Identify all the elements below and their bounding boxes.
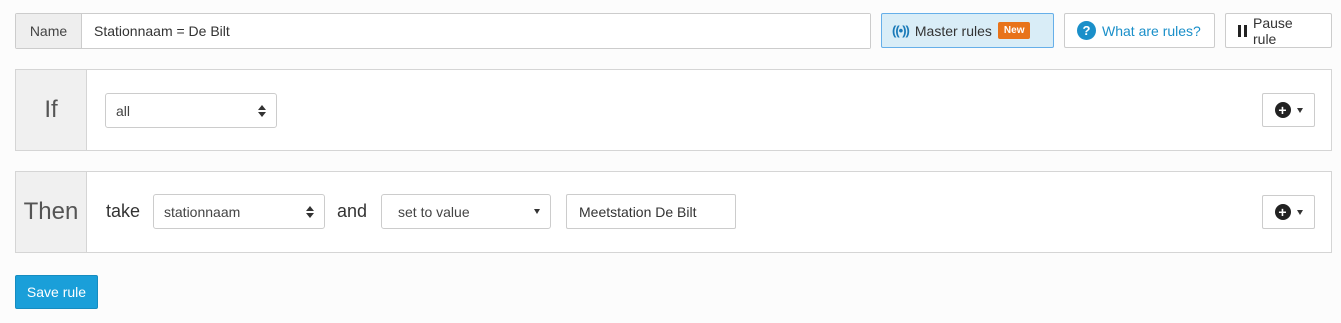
condition-match-value: all [116,102,131,119]
master-rules-label: Master rules [914,22,992,39]
what-are-rules-button[interactable]: ? What are rules? [1064,13,1215,48]
if-heading: If [16,70,87,150]
add-condition-button[interactable]: + [1262,93,1315,127]
action-select-value: set to value [398,203,470,220]
save-rule-button[interactable]: Save rule [15,275,98,309]
and-text: and [337,201,368,221]
then-panel: Then take stationnaam and set to value + [15,171,1332,253]
master-rules-button[interactable]: ((•)) Master rules New [881,13,1054,48]
select-arrows-icon [258,104,266,117]
rule-name-input[interactable] [82,14,870,48]
new-badge: New [997,22,1031,39]
condition-match-select[interactable]: all [105,93,277,128]
pause-rule-label: Pause rule [1253,14,1293,47]
caret-down-icon [1296,209,1303,215]
if-panel-body: all + [87,70,1331,150]
broadcast-icon: ((•)) [892,23,910,38]
what-are-rules-label: What are rules? [1102,22,1201,39]
then-panel-body: take stationnaam and set to value + [87,172,1331,252]
action-value-input[interactable] [566,194,736,229]
field-select[interactable]: stationnaam [153,194,325,229]
pause-icon [1238,24,1247,37]
plus-circle-icon: + [1274,102,1291,118]
pause-rule-button[interactable]: Pause rule [1225,13,1332,48]
question-icon: ? [1077,21,1096,40]
take-text: take [106,201,141,221]
plus-circle-icon: + [1274,204,1291,220]
caret-down-icon [1296,107,1303,113]
add-action-button[interactable]: + [1262,195,1315,229]
name-label: Name [16,14,82,48]
field-select-value: stationnaam [164,203,241,220]
caret-down-icon [534,209,540,214]
then-heading: Then [16,172,87,252]
rule-name-group: Name [15,13,871,49]
action-select[interactable]: set to value [381,194,551,229]
select-arrows-icon [306,205,314,218]
if-panel: If all + [15,69,1332,151]
